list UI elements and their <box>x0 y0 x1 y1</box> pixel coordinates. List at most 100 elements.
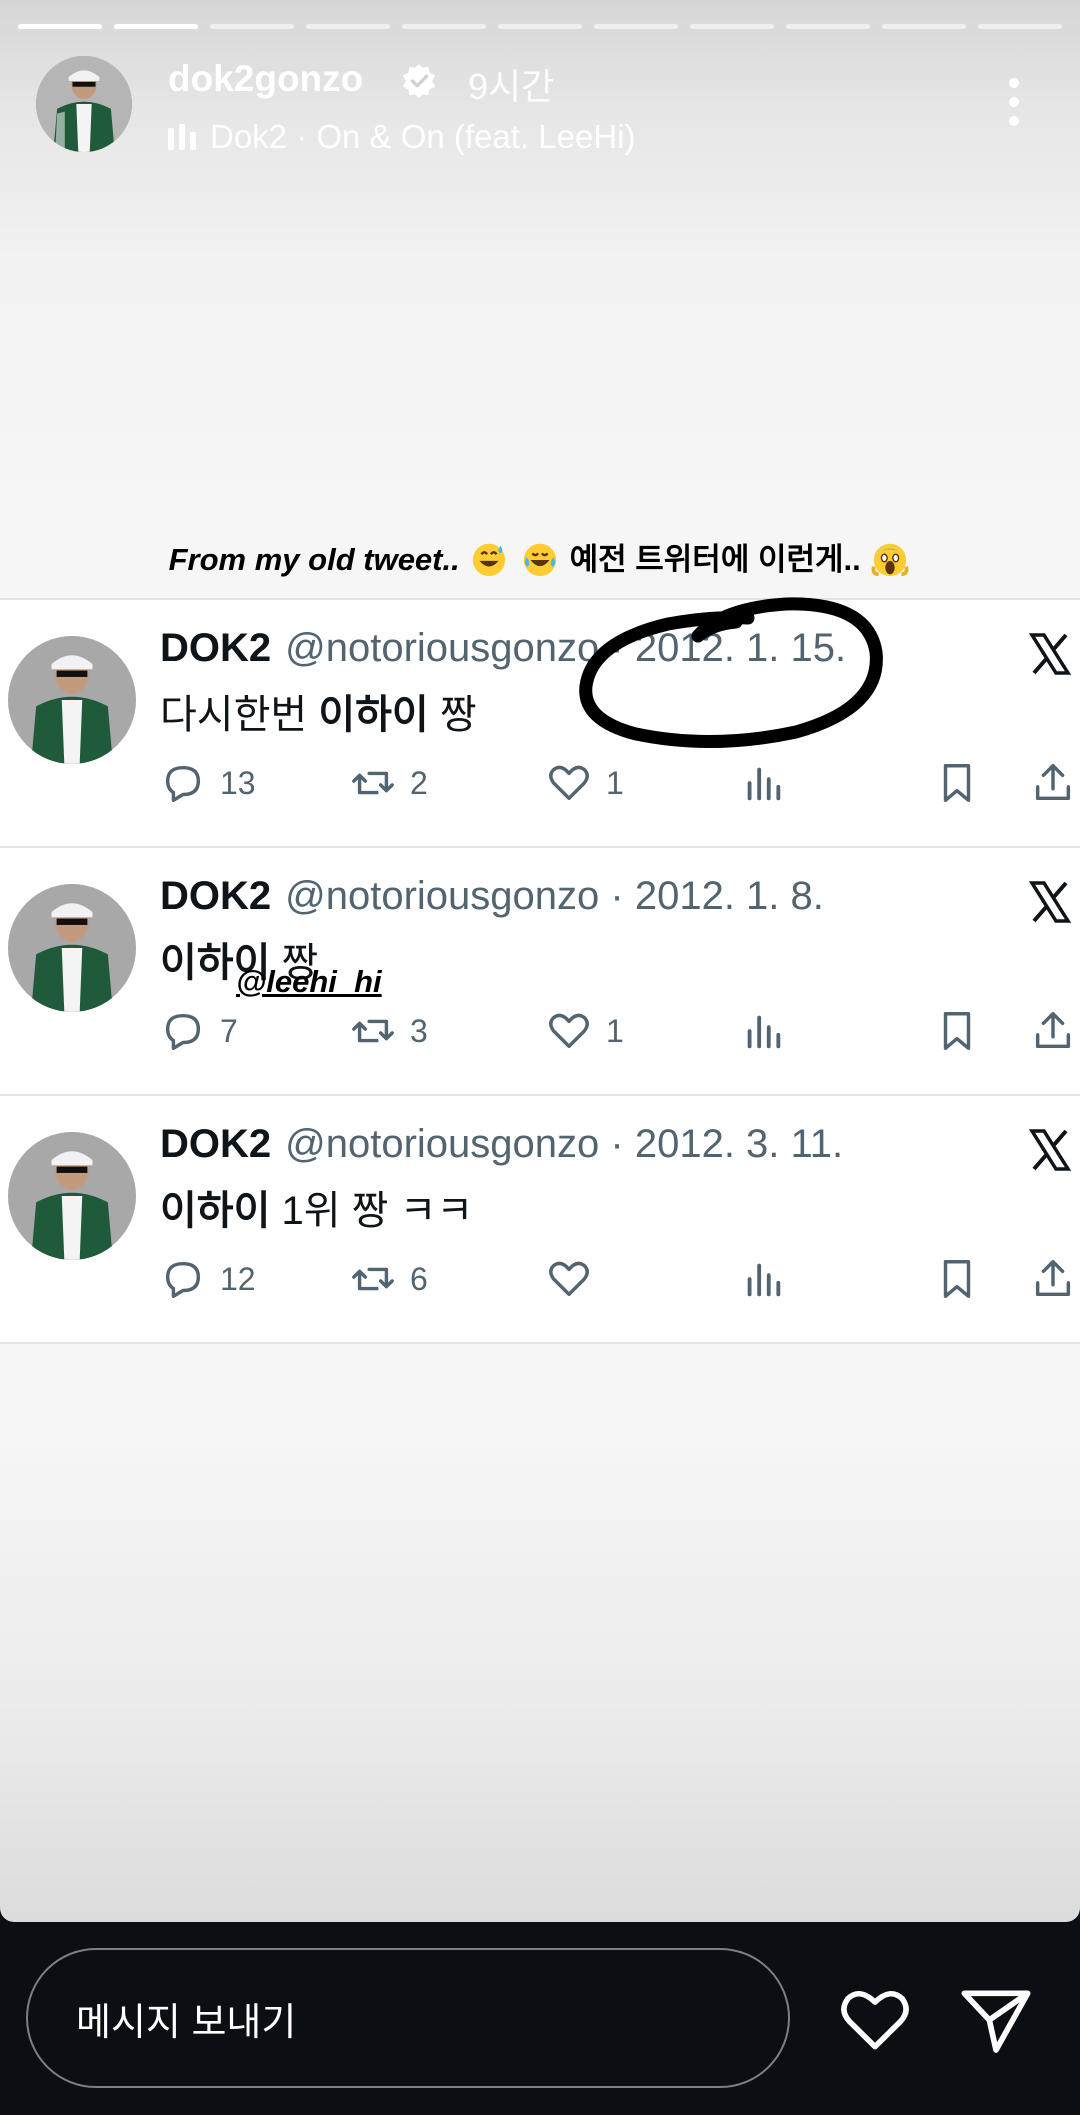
views-button[interactable] <box>740 760 786 806</box>
grinning-sweat-emoji-icon <box>473 543 506 577</box>
bookmark-icon <box>943 1012 971 1050</box>
tweet-card[interactable]: DOK2 @notoriousgonzo · 2012. 1. 8. 이하이 짱 … <box>0 848 1080 1096</box>
tweet-list: DOK2 @notoriousgonzo · 2012. 1. 15. 다시한번 … <box>0 598 1080 1344</box>
tweet-actions: 7 3 1 <box>160 1008 1080 1058</box>
reply-icon <box>165 1261 201 1298</box>
story-time: 9시간 <box>468 66 555 107</box>
tweet-actions: 12 6 <box>160 1256 1080 1306</box>
retweet-button[interactable]: 6 <box>350 1256 428 1302</box>
more-options-icon[interactable] <box>1008 78 1020 126</box>
reply-icon <box>165 1013 201 1050</box>
x-logo-icon <box>1028 633 1072 675</box>
caption-korean: 예전 트위터에 이런게.. <box>569 542 861 577</box>
retweet-count: 3 <box>410 1012 428 1049</box>
tweet-text-plain: 다시한번 <box>160 693 319 737</box>
share-button[interactable] <box>1030 1008 1076 1054</box>
like-button[interactable]: 1 <box>546 1008 624 1054</box>
tweet-avatar[interactable] <box>8 1132 136 1260</box>
progress-segment <box>786 24 870 29</box>
like-count: 1 <box>606 764 624 801</box>
share-icon <box>1035 1260 1071 1297</box>
retweet-icon <box>352 1019 394 1043</box>
bookmark-button[interactable] <box>934 1008 980 1054</box>
tweet-handle[interactable]: @notoriousgonzo <box>285 626 599 670</box>
tweet-text: 이하이 1위 짱 ㅋㅋ <box>160 1178 473 1236</box>
reply-count: 12 <box>220 1260 256 1297</box>
heart-icon <box>549 765 589 801</box>
progress-segment <box>498 24 582 29</box>
tweet-avatar[interactable] <box>8 636 136 764</box>
tweet-text-bold: 이하이 <box>318 693 429 737</box>
progress-segment <box>594 24 678 29</box>
story-caption: From my old tweet.. 예전 트위터에 이런게.. <box>0 534 1080 579</box>
progress-segment <box>210 24 294 29</box>
bookmark-button[interactable] <box>934 760 980 806</box>
tweet-handle[interactable]: @notoriousgonzo <box>285 1122 599 1166</box>
share-icon <box>1035 1012 1071 1049</box>
tweet-header: DOK2 @notoriousgonzo · 2012. 1. 8. <box>160 874 824 919</box>
retweet-icon <box>352 771 394 795</box>
caption-english: From my old tweet.. <box>168 542 460 577</box>
message-input[interactable]: 메시지 보내기 <box>26 1948 790 2088</box>
reply-button[interactable]: 12 <box>160 1256 256 1302</box>
screaming-emoji-icon <box>871 543 909 577</box>
reply-button[interactable]: 7 <box>160 1008 238 1054</box>
bookmark-button[interactable] <box>934 1256 980 1302</box>
x-logo-icon <box>1028 1129 1072 1171</box>
share-icon <box>1035 764 1071 801</box>
tweet-text-bold: 이하이 <box>160 1189 271 1233</box>
reply-count: 13 <box>220 764 256 801</box>
tweet-actions: 13 2 1 <box>160 760 1080 810</box>
tweet-handle[interactable]: @notoriousgonzo <box>285 874 599 918</box>
tweet-author-name[interactable]: DOK2 <box>160 626 271 670</box>
heart-icon <box>549 1261 589 1297</box>
views-chart-icon <box>747 1263 781 1297</box>
share-button[interactable] <box>1030 760 1076 806</box>
progress-segment <box>306 24 390 29</box>
music-bars-icon <box>168 124 196 150</box>
tweet-date[interactable]: · 2012. 1. 8. <box>610 874 823 918</box>
tears-of-joy-emoji-icon <box>523 543 557 577</box>
progress-segment <box>978 24 1062 29</box>
like-count: 1 <box>606 1012 624 1049</box>
progress-segment <box>402 24 486 29</box>
tweet-card[interactable]: DOK2 @notoriousgonzo · 2012. 3. 11. 이하이 1… <box>0 1096 1080 1344</box>
tweet-text: 다시한번 이하이 짱 <box>160 682 477 740</box>
tweet-author-name[interactable]: DOK2 <box>160 1122 271 1166</box>
bookmark-icon <box>943 1260 971 1298</box>
retweet-button[interactable]: 2 <box>350 760 428 806</box>
views-chart-icon <box>747 1015 781 1049</box>
reply-count: 7 <box>220 1012 238 1049</box>
views-button[interactable] <box>740 1256 786 1302</box>
x-logo-icon <box>1028 881 1072 923</box>
story-viewer[interactable]: dok2gonzo 9시간 Dok2 · On & On (feat. LeeH… <box>0 0 1080 1922</box>
tweet-header: DOK2 @notoriousgonzo · 2012. 3. 11. <box>160 1122 843 1167</box>
heart-icon[interactable] <box>836 1980 914 2058</box>
story-username[interactable]: dok2gonzo <box>168 58 363 100</box>
story-mention-sticker[interactable]: @leehi_hi <box>236 964 382 1000</box>
progress-segment <box>690 24 774 29</box>
send-icon[interactable] <box>956 1980 1036 2060</box>
share-button[interactable] <box>1030 1256 1076 1302</box>
story-music[interactable]: Dok2 · On & On (feat. LeeHi) <box>168 118 636 156</box>
like-button[interactable] <box>546 1256 606 1302</box>
progress-segment <box>882 24 966 29</box>
retweet-button[interactable]: 3 <box>350 1008 428 1054</box>
tweet-avatar[interactable] <box>8 884 136 1012</box>
progress-segment <box>114 24 198 29</box>
retweet-count: 6 <box>410 1260 428 1297</box>
views-button[interactable] <box>740 1008 786 1054</box>
profile-avatar[interactable] <box>36 56 132 152</box>
bookmark-icon <box>943 764 971 802</box>
tweet-card[interactable]: DOK2 @notoriousgonzo · 2012. 1. 15. 다시한번 … <box>0 600 1080 848</box>
reply-button[interactable]: 13 <box>160 760 256 806</box>
tweet-date[interactable]: · 2012. 3. 11. <box>610 1122 843 1166</box>
hand-drawn-circle <box>579 597 883 749</box>
heart-icon <box>549 1013 589 1049</box>
tweet-author-name[interactable]: DOK2 <box>160 874 271 918</box>
like-button[interactable]: 1 <box>546 760 624 806</box>
retweet-icon <box>352 1267 394 1291</box>
tweet-text-after: 짱 <box>428 693 477 737</box>
tweet-text-after: 1위 짱 ㅋㅋ <box>270 1189 474 1233</box>
retweet-count: 2 <box>410 764 428 801</box>
